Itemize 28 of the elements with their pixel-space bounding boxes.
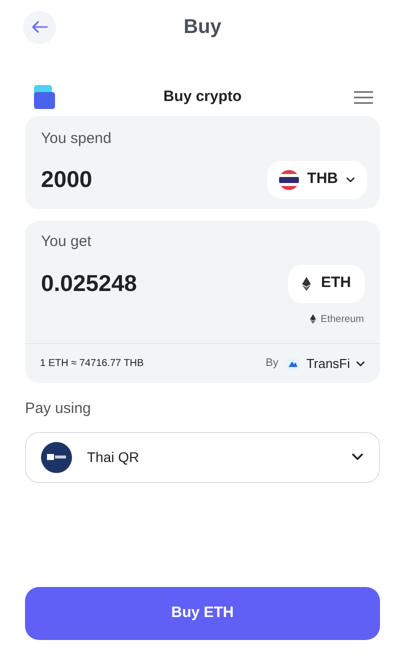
back-button[interactable]	[23, 10, 56, 44]
buy-button[interactable]: Buy ETH	[25, 587, 380, 640]
payment-method-dropdown[interactable]: Thai QR	[25, 432, 380, 482]
chevron-down-icon	[356, 360, 365, 366]
provider-selector[interactable]: TransFi	[286, 354, 365, 374]
pay-using-label: Pay using	[24, 399, 92, 419]
thai-flag-icon	[279, 170, 300, 190]
widget-title: Buy crypto	[163, 86, 242, 107]
ethereum-icon	[302, 276, 311, 290]
menu-button[interactable]	[353, 89, 373, 105]
currency-selector[interactable]: THB	[267, 160, 367, 198]
chevron-down-icon	[351, 453, 364, 461]
network-label: Ethereum	[320, 312, 364, 326]
receive-label: You get	[41, 232, 92, 252]
chevron-down-icon	[346, 176, 355, 182]
exchange-rate: 1 ETH ≈ 74716.77 THB	[40, 357, 144, 371]
crypto-selector[interactable]: ETH	[288, 264, 365, 302]
receive-amount: 0.025248	[41, 269, 137, 298]
spend-amount[interactable]: 2000	[41, 162, 92, 197]
back-arrow-icon	[32, 21, 48, 33]
menu-icon	[354, 90, 372, 104]
spend-label: You spend	[41, 129, 112, 149]
ethereum-icon	[310, 314, 316, 324]
provider-by-label: By	[266, 356, 278, 372]
page-title: Buy	[184, 15, 222, 40]
provider-logo-icon	[286, 356, 300, 370]
payment-logo-icon	[41, 442, 72, 472]
logo-icon	[32, 84, 57, 110]
